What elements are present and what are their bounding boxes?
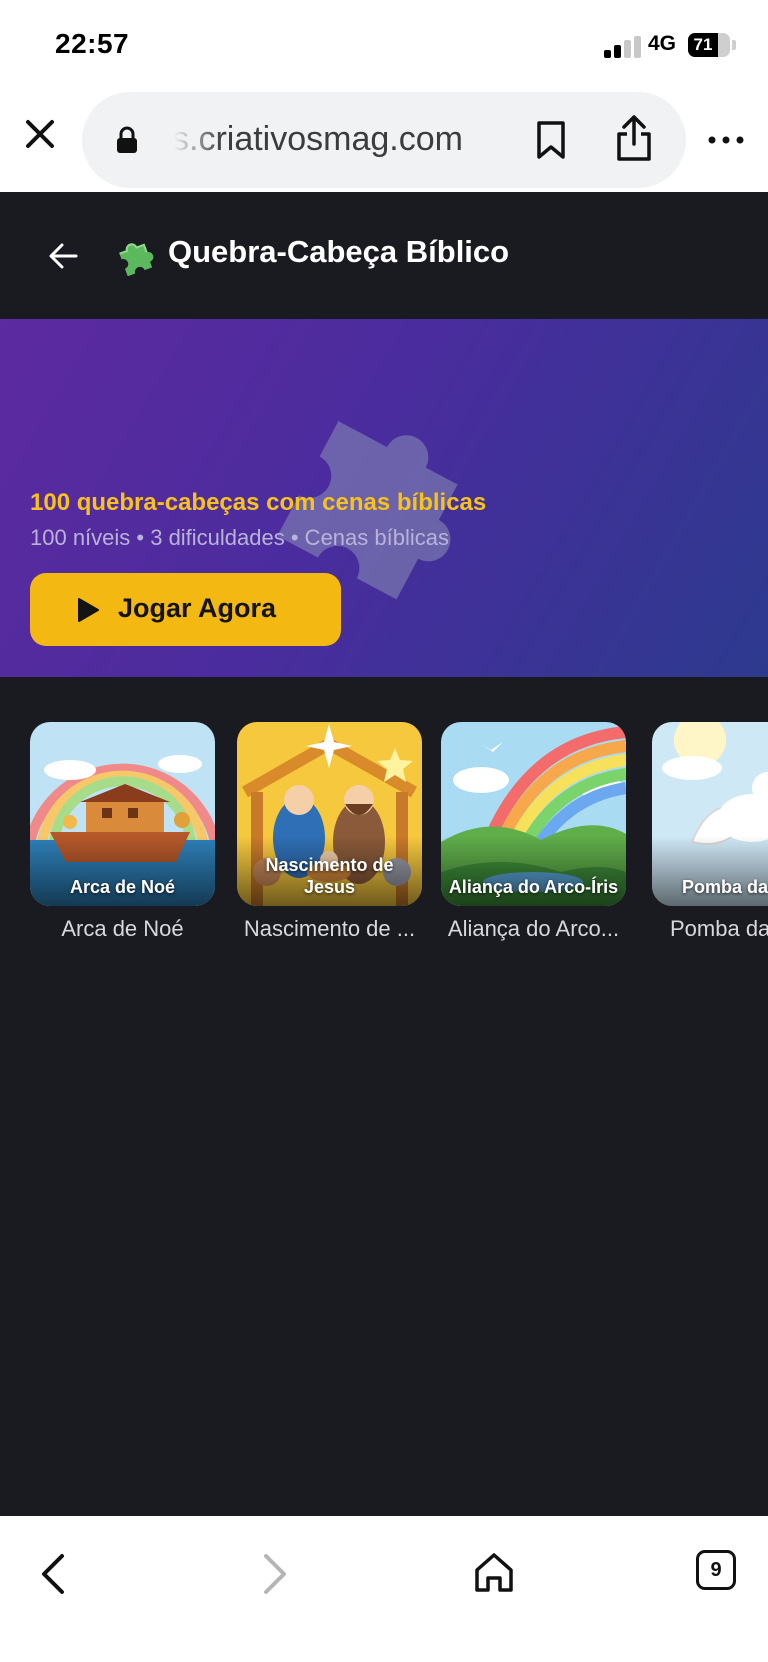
- back-arrow-icon[interactable]: [44, 236, 84, 276]
- level-thumbnail-label: Nascimento de Jesus: [265, 855, 394, 897]
- battery-nub: [732, 40, 736, 50]
- tabs-icon[interactable]: 9: [696, 1550, 736, 1590]
- status-bar: 22:57 4G 71: [0, 0, 768, 92]
- level-thumbnail: Aliança do Arco-Íris: [441, 722, 626, 906]
- level-thumbnail: Arca de Noé: [30, 722, 215, 906]
- battery-icon: 71: [688, 33, 730, 57]
- status-time: 22:57: [55, 28, 130, 59]
- address-bar[interactable]: s.criativosmag.com: [82, 92, 686, 188]
- level-card[interactable]: Pomba da Pomba da: [652, 722, 768, 942]
- signal-icon: [604, 36, 642, 58]
- home-icon[interactable]: [472, 1550, 516, 1594]
- play-icon: [78, 598, 99, 622]
- battery-percent: 71: [693, 35, 713, 54]
- level-thumbnail: Nascimento de Jesus: [237, 722, 422, 906]
- level-caption: Nascimento de ...: [243, 916, 416, 941]
- play-now-button[interactable]: Jogar Agora: [30, 573, 341, 646]
- close-icon: [26, 120, 54, 148]
- level-thumbnail-label: Aliança do Arco-Íris: [448, 877, 619, 897]
- play-now-label: Jogar Agora: [118, 593, 277, 623]
- share-icon[interactable]: [614, 114, 654, 162]
- level-caption: Aliança do Arco...: [447, 916, 620, 941]
- app-header: Quebra-Cabeça Bíblico: [0, 192, 768, 319]
- bookmark-icon[interactable]: [534, 120, 568, 160]
- lock-icon: [117, 126, 137, 153]
- level-thumbnail-label: Arca de Noé: [69, 877, 176, 897]
- hero-meta: 100 níveis • 3 dificuldades • Cenas bíbl…: [30, 525, 449, 550]
- levels-carousel[interactable]: Arca de Noé Arca de Noé Nascimento de Je…: [0, 722, 768, 952]
- page-title: Quebra-Cabeça Bíblico: [168, 234, 510, 269]
- more-icon[interactable]: [706, 130, 746, 150]
- browser-toolbar: s.criativosmag.com: [0, 92, 768, 192]
- level-card[interactable]: Aliança do Arco-Íris Aliança do Arco...: [441, 722, 626, 942]
- level-caption: Pomba da: [670, 916, 768, 941]
- puzzle-icon: [119, 243, 154, 276]
- level-card[interactable]: Nascimento de Jesus Nascimento de ...: [237, 722, 422, 942]
- back-icon[interactable]: [36, 1552, 70, 1596]
- url-fade: [162, 112, 222, 168]
- level-thumbnail: Pomba da: [652, 722, 768, 906]
- browser-bottom-bar: 9: [0, 1516, 768, 1662]
- level-caption: Arca de Noé: [61, 916, 184, 941]
- level-thumbnail-label: Pomba da: [682, 877, 768, 897]
- forward-icon[interactable]: [258, 1552, 292, 1596]
- hero-banner: 100 quebra-cabeças com cenas bíblicas 10…: [0, 319, 768, 677]
- hero-subtitle: 100 quebra-cabeças com cenas bíblicas: [30, 489, 487, 516]
- level-card[interactable]: Arca de Noé Arca de Noé: [30, 722, 215, 942]
- close-button[interactable]: [20, 114, 60, 154]
- network-type: 4G: [648, 32, 677, 55]
